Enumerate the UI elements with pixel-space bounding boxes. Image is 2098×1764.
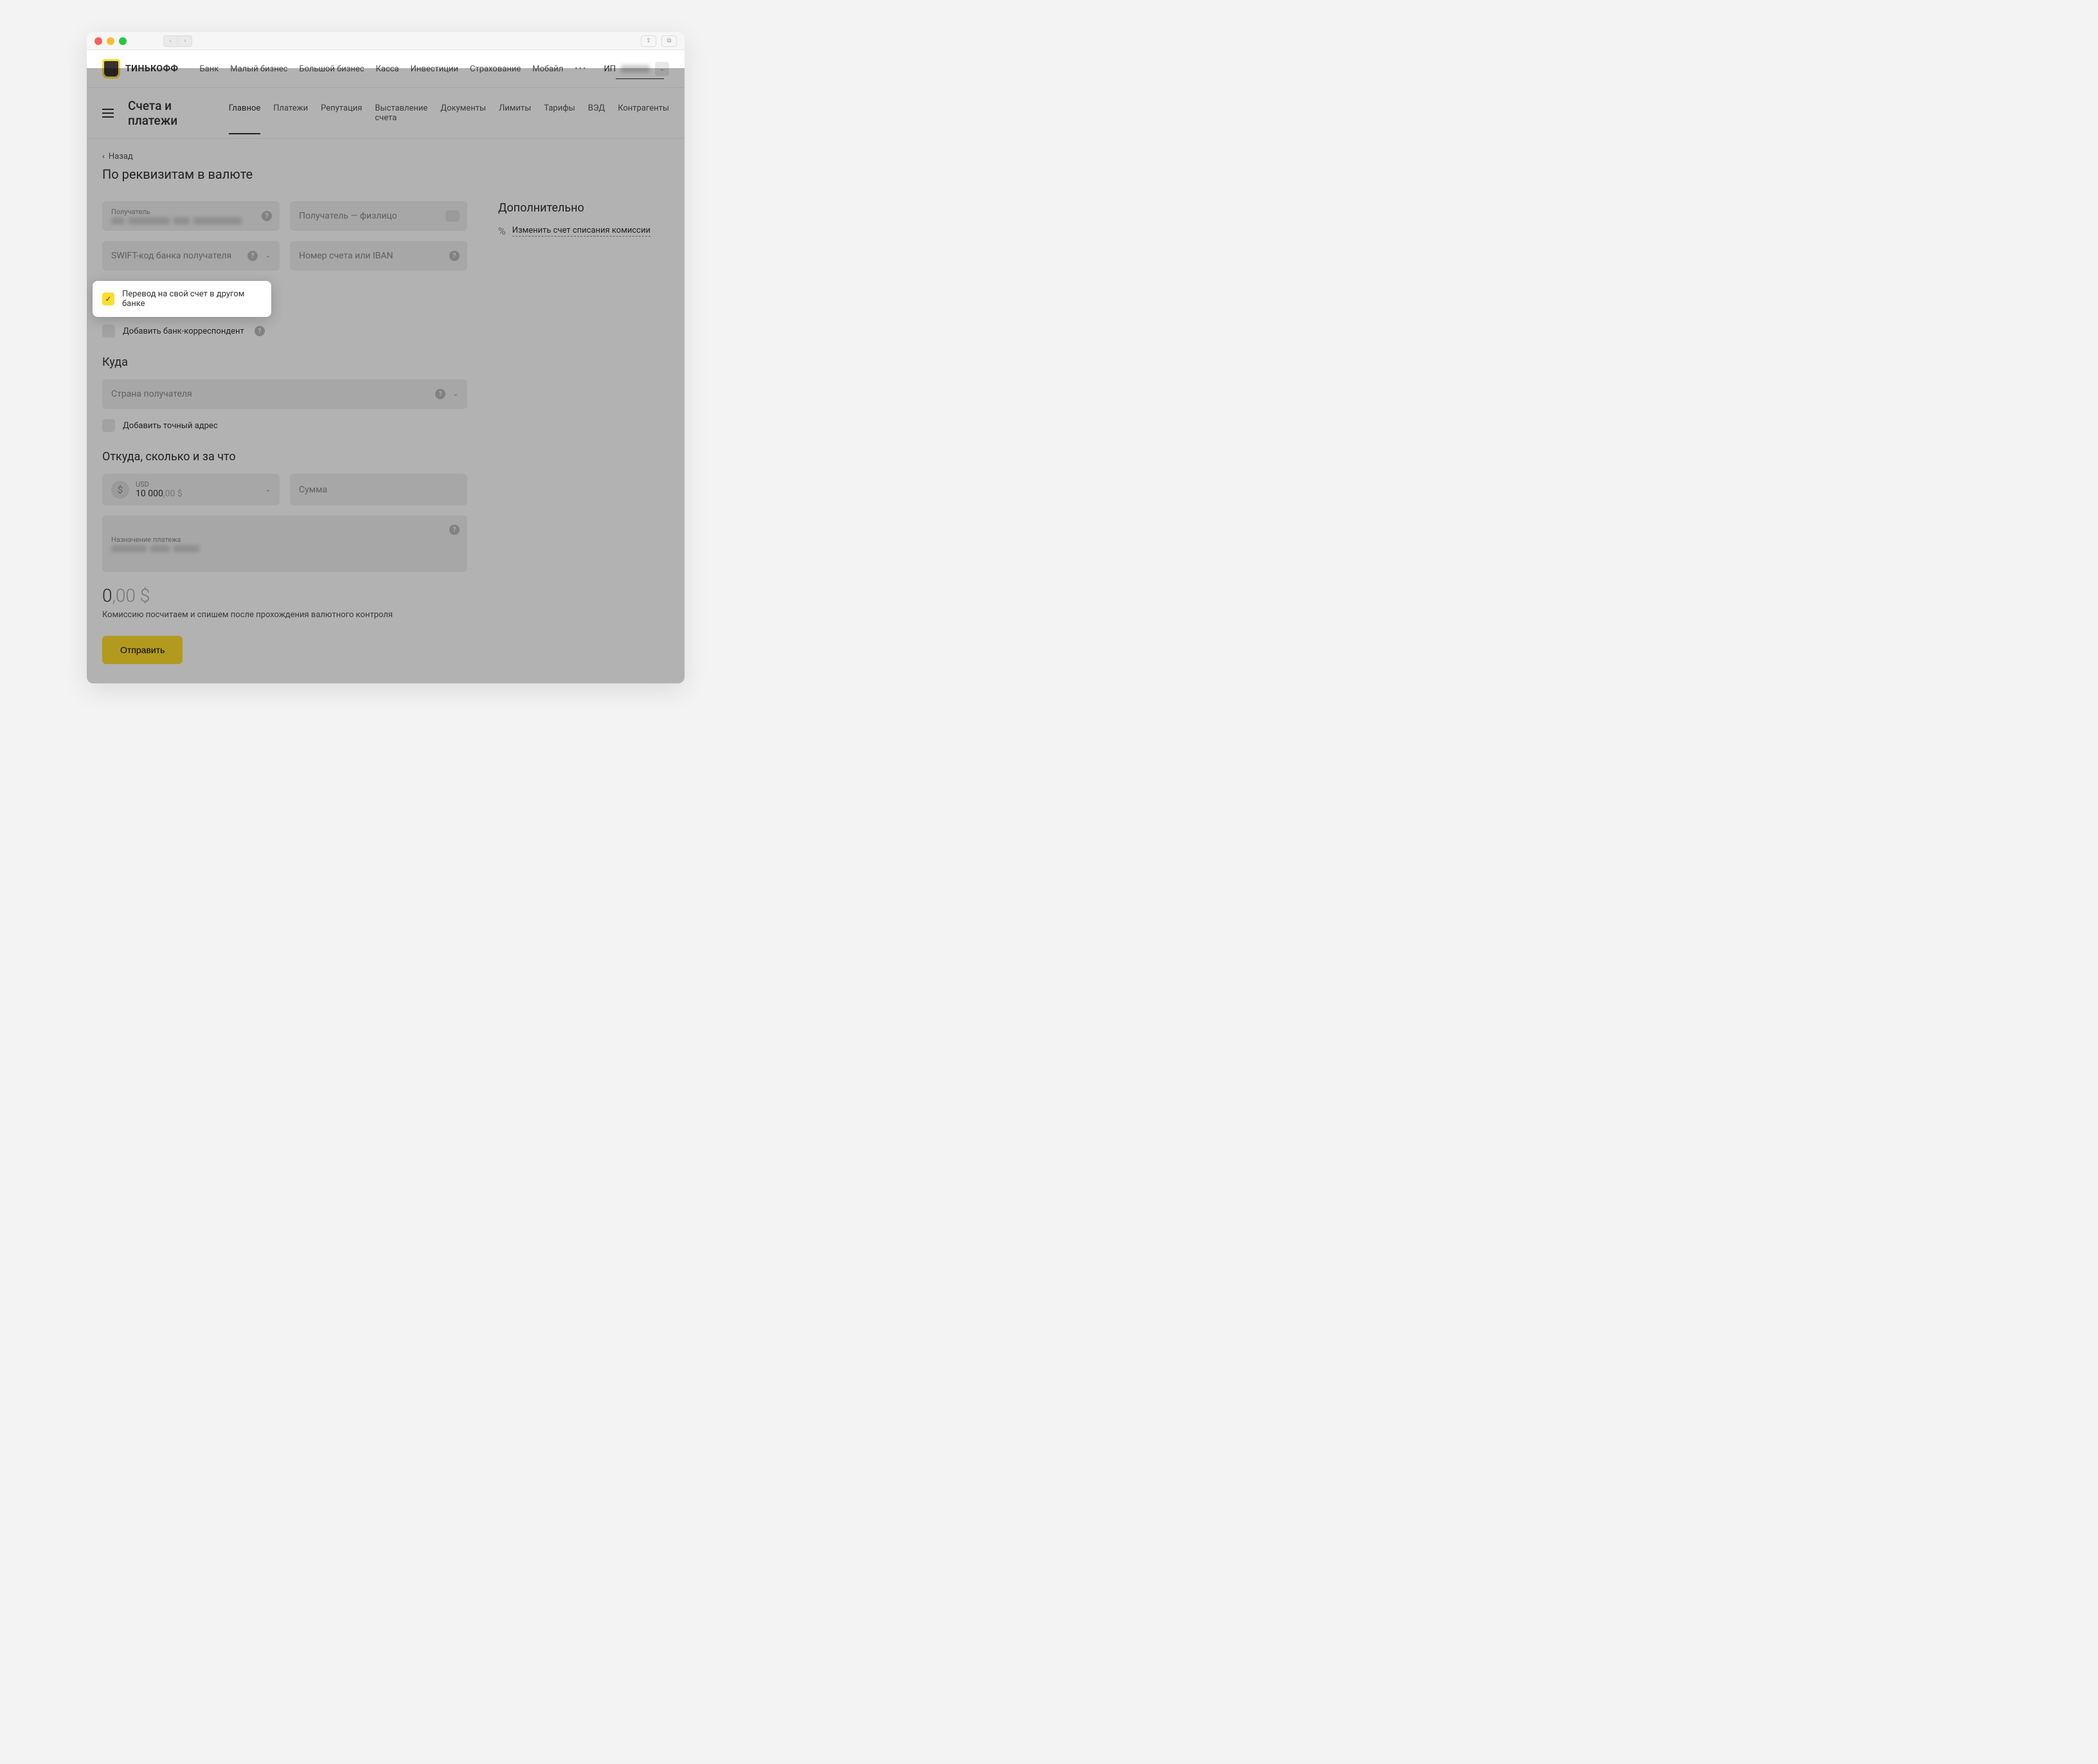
change-commission-account-link[interactable]: % Изменить счет списания комиссии [498,225,669,237]
percent-icon: % [498,225,506,237]
chevron-down-icon: ⌄ [453,391,458,398]
chevron-down-icon: ⌄ [265,486,271,493]
subnav-tab[interactable]: Репутация [321,104,362,123]
checkbox-checked-icon[interactable]: ✓ [102,292,114,305]
subnav-tab[interactable]: Выставление счета [375,104,427,123]
more-icon[interactable]: ••• [575,64,587,74]
topnav-link[interactable]: Мобайл [532,64,563,74]
subnav-tab[interactable]: Контрагенты [618,104,669,123]
recipient-value-redacted [111,217,271,224]
share-icon[interactable]: ⇪ [641,35,656,47]
back-link[interactable]: ‹ Назад [102,152,669,161]
iban-field[interactable]: Номер счета или IBAN ? [290,241,467,271]
commission-note: Комиссию посчитаем и спишем после прохож… [102,610,467,620]
amount-field[interactable]: Сумма [290,474,467,505]
topnav-link[interactable]: Большой бизнес [299,64,364,74]
topnav-link[interactable]: Касса [376,64,399,74]
own-account-checkbox-row[interactable]: ✓ Перевод на свой счет в другом банке [93,281,271,317]
page-title: По реквизитам в валюте [102,166,669,182]
chevron-left-icon: ‹ [102,152,105,161]
help-icon[interactable]: ? [247,251,258,261]
window-maximize[interactable] [119,37,127,45]
checkbox-icon[interactable] [102,325,115,338]
help-icon[interactable]: ? [262,211,272,221]
logo-icon [102,59,120,78]
topnav-link[interactable]: Инвестиции [411,64,458,74]
nav-forward[interactable]: › [178,35,192,47]
topnav-link[interactable]: Малый бизнес [230,64,287,74]
sub-navigation: Счета и платежи Главное Платежи Репутаци… [87,88,685,139]
topnav-link[interactable]: Страхование [470,64,521,74]
subnav-tab-main[interactable]: Главное [229,104,261,134]
submit-button[interactable]: Отправить [102,636,183,664]
country-field[interactable]: Страна получателя ? ⌄ [102,379,467,409]
dollar-icon: $ [111,481,129,499]
user-name-redacted [621,65,650,73]
exact-address-checkbox-row[interactable]: Добавить точный адрес [102,419,467,432]
user-prefix: ИП [604,64,616,74]
topnav-link[interactable]: Банк [199,64,219,74]
section-title: Счета и платежи [128,98,215,128]
correspondent-checkbox-row[interactable]: Добавить банк-корреспондент ? [102,325,467,338]
chevron-down-icon[interactable]: ⌄ [655,62,669,76]
tabs-icon[interactable]: ⧉ [661,35,677,47]
section-from: Откуда, сколько и за что [102,450,467,464]
payment-purpose-field[interactable]: Назначение платежа ? [102,516,467,572]
currency-account-field[interactable]: $ USD 10 000,00 $ ⌄ [102,474,280,505]
user-menu[interactable]: ИП ⌄ [604,62,669,76]
top-navigation: ТИНЬКОФФ Банк Малый бизнес Большой бизне… [87,50,685,88]
titlebar: ‹ › ⇪ ⧉ [87,32,685,50]
checkbox-icon[interactable] [102,419,115,432]
help-icon[interactable]: ? [449,251,460,261]
chevron-down-icon: ⌄ [265,253,271,260]
recipient-field[interactable]: Получатель ? [102,201,280,231]
subnav-tab[interactable]: ВЭД [588,104,605,123]
aside-title: Дополнительно [498,201,669,215]
help-icon[interactable]: ? [435,389,445,399]
total-amount: 0,00 $ [102,585,467,606]
subnav-tab[interactable]: Документы [440,104,486,123]
toggle-icon[interactable] [445,210,460,222]
brand-name: ТИНЬКОФФ [125,64,178,74]
help-icon[interactable]: ? [255,326,265,336]
section-where: Куда [102,356,467,369]
recipient-type-field[interactable]: Получатель — физлицо [290,201,467,231]
swift-field[interactable]: SWIFT-код банка получателя ? ⌄ [102,241,280,271]
purpose-value-redacted [111,545,458,552]
window-minimize[interactable] [107,37,114,45]
subnav-tab[interactable]: Платежи [273,104,308,123]
help-icon[interactable]: ? [449,525,460,535]
subnav-tab[interactable]: Тарифы [544,104,575,123]
nav-back[interactable]: ‹ [163,35,177,47]
menu-icon[interactable] [102,109,114,118]
window-close[interactable] [94,37,102,45]
subnav-tab[interactable]: Лимиты [499,104,531,123]
